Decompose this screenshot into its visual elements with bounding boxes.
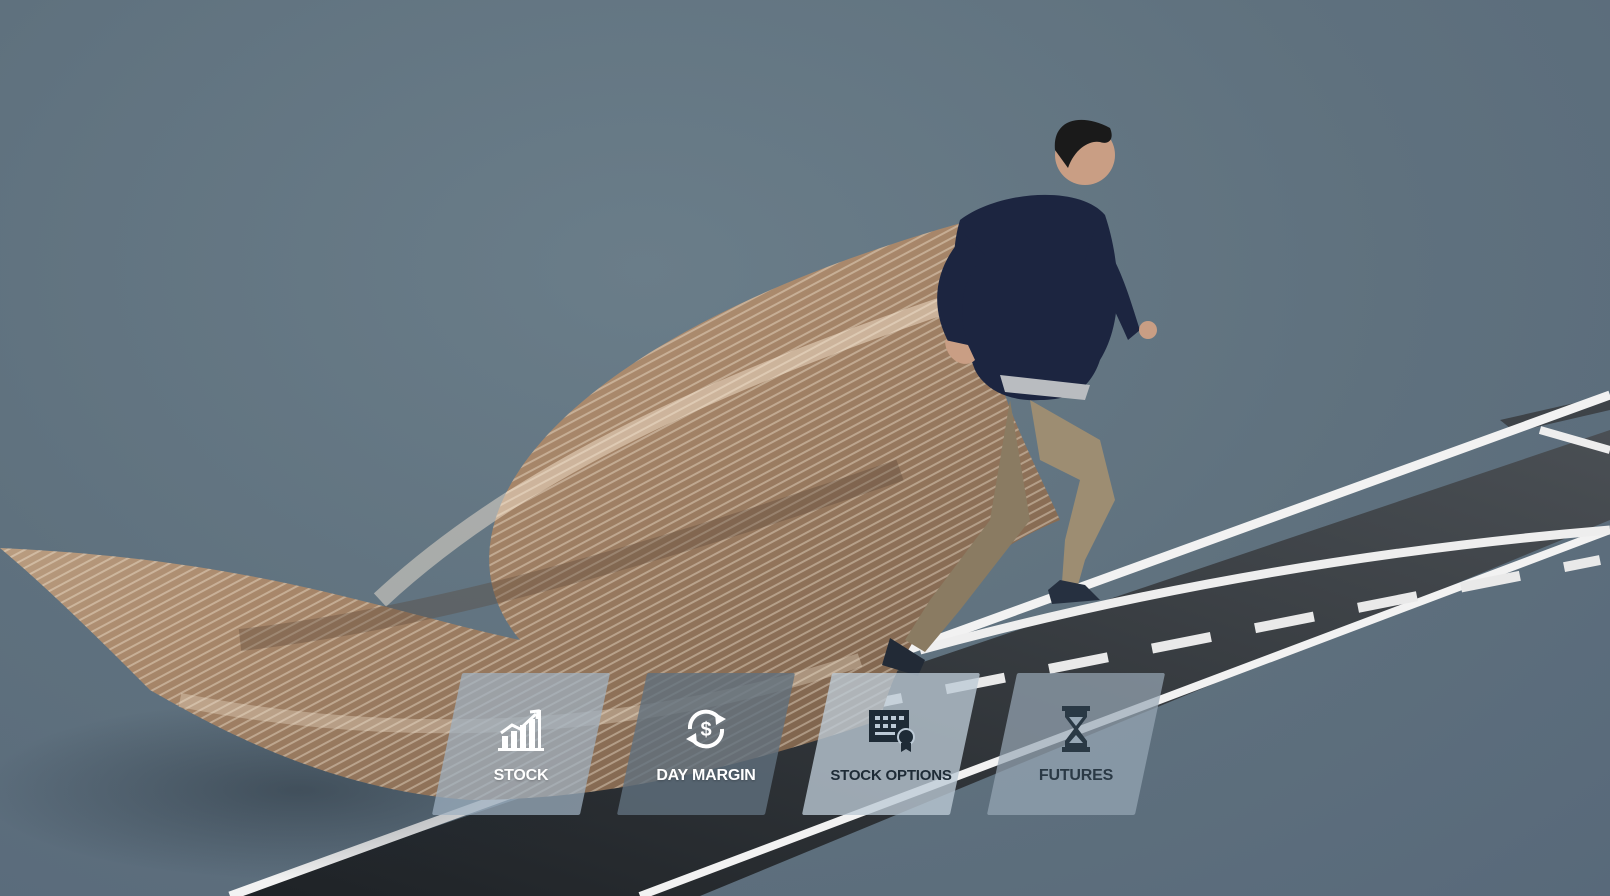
- dollar-cycle-icon: $: [678, 703, 734, 755]
- tile-day-margin[interactable]: $ DAY MARGIN: [616, 673, 796, 815]
- hero-stage: STOCK $ DAY MARGIN STOCK OPTIONS FUTURES: [0, 0, 1610, 896]
- hourglass-icon: [1048, 703, 1104, 755]
- tile-stock[interactable]: STOCK: [431, 673, 611, 815]
- svg-text:$: $: [700, 719, 711, 741]
- certificate-icon: [863, 703, 919, 755]
- tile-day-margin-label: DAY MARGIN: [656, 767, 756, 784]
- tile-futures[interactable]: FUTURES: [986, 673, 1166, 815]
- tile-futures-label: FUTURES: [1038, 767, 1114, 784]
- tile-stock-options[interactable]: STOCK OPTIONS: [801, 673, 981, 815]
- bar-chart-rising-icon: [493, 703, 549, 755]
- tile-stock-options-label: STOCK OPTIONS: [830, 767, 952, 784]
- tile-stock-label: STOCK: [493, 767, 549, 784]
- product-tiles: STOCK $ DAY MARGIN STOCK OPTIONS FUTURES: [0, 0, 1610, 896]
